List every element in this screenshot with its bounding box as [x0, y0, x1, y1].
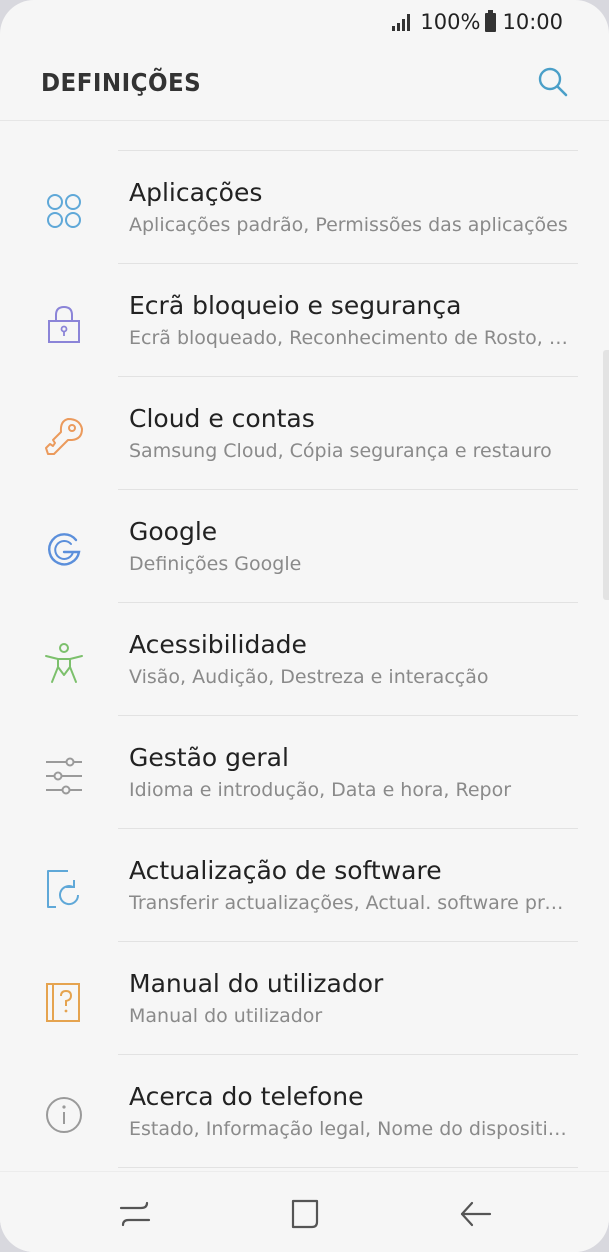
settings-item-google[interactable]: Google Definições Google	[0, 490, 609, 603]
home-icon	[291, 1199, 319, 1229]
settings-item-title: Cloud e contas	[129, 404, 315, 433]
settings-item-texts: Aplicações Aplicações padrão, Permissões…	[129, 178, 569, 236]
apps-grid-icon	[42, 189, 86, 233]
recent-apps-button[interactable]	[115, 1194, 155, 1234]
settings-item-title: Acessibilidade	[129, 630, 307, 659]
settings-item-title: Acerca do telefone	[129, 1082, 364, 1111]
info-icon	[42, 1093, 86, 1137]
user-manual-icon	[42, 980, 86, 1024]
sliders-icon	[42, 754, 86, 798]
home-button[interactable]	[285, 1194, 325, 1234]
settings-item-subtitle: Samsung Cloud, Cópia segurança e restaur…	[129, 440, 552, 462]
settings-item-texts: Ecrã bloqueio e segurança Ecrã bloqueado…	[129, 291, 569, 349]
settings-item-update[interactable]: Actualização de software Transferir actu…	[0, 829, 609, 942]
settings-item-about[interactable]: Acerca do telefone Estado, Informação le…	[0, 1055, 609, 1168]
settings-item-subtitle: Definições Google	[129, 553, 302, 575]
search-icon	[538, 67, 568, 97]
settings-item-texts: Acessibilidade Visão, Audição, Destreza …	[129, 630, 569, 688]
status-bar: 100% 10:00	[0, 0, 609, 44]
back-button[interactable]	[456, 1194, 496, 1234]
settings-item-title: Manual do utilizador	[129, 969, 384, 998]
divider	[118, 1167, 578, 1168]
settings-item-subtitle: Ecrã bloqueado, Reconhecimento de Rosto,…	[129, 327, 569, 349]
search-button[interactable]	[537, 66, 569, 98]
settings-item-title: Ecrã bloqueio e segurança	[129, 291, 462, 320]
settings-item-texts: Google Definições Google	[129, 517, 569, 575]
battery-percent: 100%	[420, 10, 481, 34]
settings-item-texts: Acerca do telefone Estado, Informação le…	[129, 1082, 569, 1140]
settings-item-texts: Actualização de software Transferir actu…	[129, 856, 569, 914]
back-arrow-icon	[460, 1201, 492, 1227]
settings-item-texts: Manual do utilizador Manual do utilizado…	[129, 969, 569, 1027]
settings-item-manual[interactable]: Manual do utilizador Manual do utilizado…	[0, 942, 609, 1055]
settings-item-subtitle: Manual do utilizador	[129, 1005, 323, 1027]
settings-item-texts: Cloud e contas Samsung Cloud, Cópia segu…	[129, 404, 569, 462]
settings-item-subtitle: Idioma e introdução, Data e hora, Repor	[129, 779, 512, 801]
clock: 10:00	[502, 10, 563, 34]
settings-item-title: Actualização de software	[129, 856, 442, 885]
settings-item-title: Aplicações	[129, 178, 263, 207]
navigation-bar	[0, 1171, 609, 1252]
google-g-icon	[42, 528, 86, 572]
settings-item-lock[interactable]: Ecrã bloqueio e segurança Ecrã bloqueado…	[0, 264, 609, 377]
accessibility-person-icon	[42, 641, 86, 685]
settings-item-texts: Gestão geral Idioma e introdução, Data e…	[129, 743, 569, 801]
settings-item-subtitle: Aplicações padrão, Permissões das aplica…	[129, 214, 568, 236]
settings-item-subtitle: Estado, Informação legal, Nome do dispos…	[129, 1118, 569, 1140]
app-header: DEFINIÇÕES	[0, 44, 609, 120]
settings-item-general[interactable]: Gestão geral Idioma e introdução, Data e…	[0, 716, 609, 829]
scrollbar[interactable]	[603, 350, 609, 600]
settings-item-accessibility[interactable]: Acessibilidade Visão, Audição, Destreza …	[0, 603, 609, 716]
page-title: DEFINIÇÕES	[41, 67, 202, 97]
settings-list[interactable]: Aplicações Aplicações padrão, Permissões…	[0, 120, 609, 1173]
settings-item-subtitle: Visão, Audição, Destreza e interacção	[129, 666, 489, 688]
settings-item-title: Google	[129, 517, 218, 546]
recent-apps-icon	[119, 1201, 151, 1227]
key-icon	[42, 415, 86, 459]
software-update-icon	[42, 867, 86, 911]
signal-icon	[392, 13, 412, 31]
device-screen: 100% 10:00 DEFINIÇÕES Aplicações Aplicaç…	[0, 0, 609, 1252]
settings-item-apps[interactable]: Aplicações Aplicações padrão, Permissões…	[0, 151, 609, 264]
padlock-icon	[42, 302, 86, 346]
settings-item-subtitle: Transferir actualizações, Actual. softwa…	[129, 892, 569, 914]
settings-item-title: Gestão geral	[129, 743, 289, 772]
partially-hidden-row	[118, 121, 578, 151]
battery-icon	[485, 9, 497, 32]
settings-item-cloud[interactable]: Cloud e contas Samsung Cloud, Cópia segu…	[0, 377, 609, 490]
